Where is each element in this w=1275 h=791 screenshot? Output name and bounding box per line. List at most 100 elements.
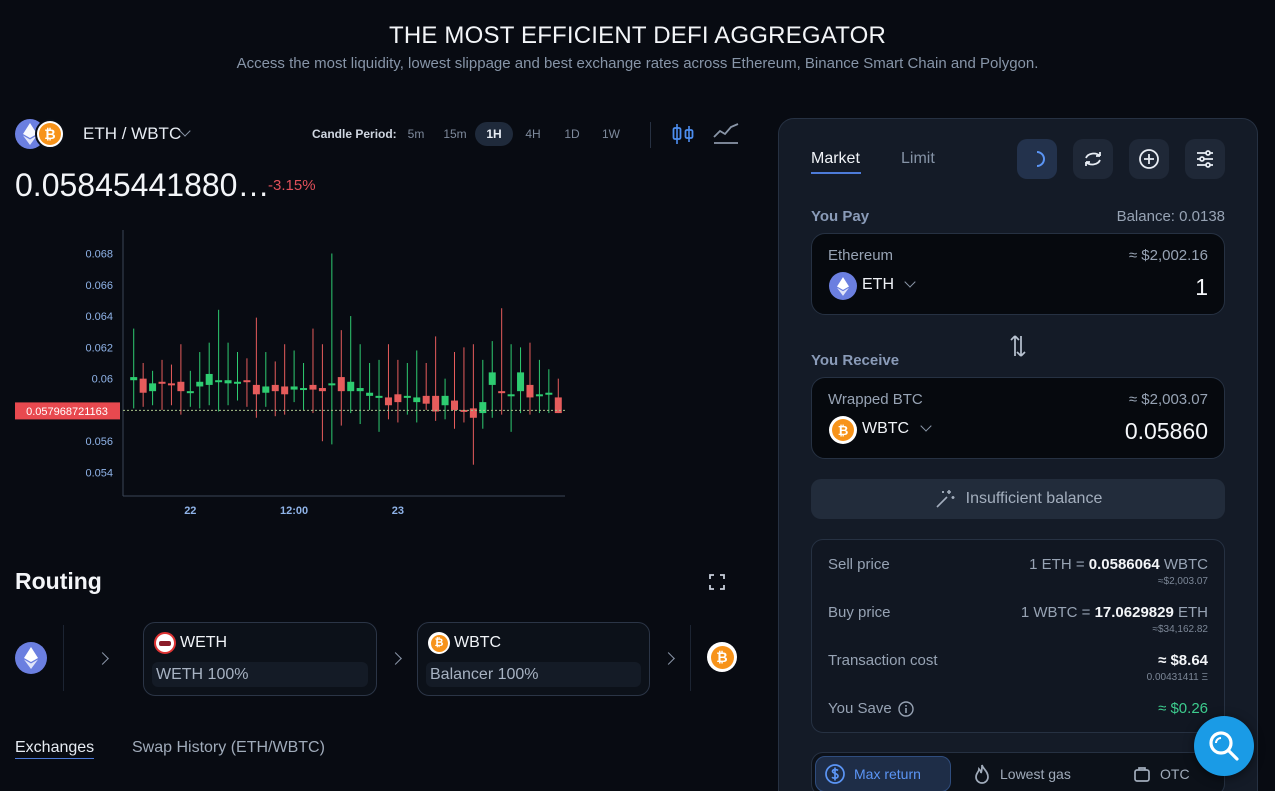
- candle-body: [375, 395, 383, 398]
- eth-icon: [15, 642, 47, 674]
- pay-token-symbol: ETH: [862, 276, 894, 293]
- sliders-icon: [1197, 150, 1213, 168]
- period-5m[interactable]: 5m: [397, 122, 435, 146]
- candle-body: [356, 388, 364, 392]
- period-1d[interactable]: 1D: [553, 122, 591, 146]
- candle-body: [337, 377, 345, 392]
- y-tick-label: 0.064: [85, 311, 113, 323]
- candle-body: [328, 383, 336, 386]
- tab-limit[interactable]: Limit: [901, 150, 935, 168]
- candle-body: [205, 373, 213, 385]
- candle-body: [215, 380, 223, 383]
- insufficient-balance-button[interactable]: Insufficient balance: [811, 479, 1225, 519]
- period-15m[interactable]: 15m: [436, 122, 474, 146]
- candle-body: [167, 383, 175, 386]
- candle-body: [318, 388, 326, 392]
- tab-swap-history[interactable]: Swap History (ETH/WBTC): [132, 739, 325, 757]
- y-tick-label: 0.062: [85, 342, 113, 354]
- toolbar-divider: [650, 122, 651, 148]
- tab-market[interactable]: Market: [811, 150, 860, 168]
- candle-body: [545, 392, 553, 395]
- price-details: Sell price 1 ETH = 0.0586064 WBTC ≈$2,00…: [811, 539, 1225, 733]
- page-subtitle: Access the most liquidity, lowest slippa…: [236, 55, 1039, 72]
- transaction-cost-eth: 0.00431411 Ξ: [1146, 672, 1208, 683]
- info-icon[interactable]: [897, 700, 914, 717]
- otc-option[interactable]: OTC: [1124, 756, 1198, 791]
- you-receive-label: You Receive: [811, 352, 900, 369]
- dollar-icon: [825, 764, 845, 784]
- route-step-wbtc[interactable]: ₿ WBTC Balancer 100%: [417, 622, 650, 696]
- receive-usd-value: ≈ $2,003.07: [1128, 391, 1208, 408]
- refresh-button[interactable]: [1017, 139, 1057, 179]
- btc-icon: ₿: [428, 632, 450, 654]
- swap-direction-button[interactable]: [1073, 139, 1113, 179]
- briefcase-icon: [1134, 767, 1150, 782]
- candle-body: [432, 395, 440, 412]
- sell-price-value: 1 ETH = 0.0586064 WBTC: [1029, 556, 1208, 573]
- candle-body: [243, 380, 251, 383]
- price-change: -3.15%: [268, 177, 316, 194]
- max-return-option[interactable]: Max return: [815, 756, 951, 791]
- settings-button[interactable]: [1185, 139, 1225, 179]
- candle-body: [252, 384, 260, 395]
- candle-body: [451, 400, 458, 410]
- candle-body: [234, 381, 241, 384]
- pay-amount-input[interactable]: 1: [1195, 274, 1208, 301]
- candle-body: [422, 395, 430, 404]
- period-1w[interactable]: 1W: [592, 122, 630, 146]
- route-step-detail: Balancer 100%: [426, 662, 641, 687]
- candle-body: [366, 392, 374, 396]
- insufficient-balance-label: Insufficient balance: [965, 490, 1103, 507]
- search-fab[interactable]: [1194, 716, 1254, 776]
- balance[interactable]: Balance: 0.0138: [1000, 208, 1225, 225]
- candle-body: [130, 377, 138, 381]
- add-token-button[interactable]: [1129, 139, 1169, 179]
- candle-body: [479, 402, 487, 414]
- loading-icon: [1036, 151, 1045, 167]
- chevron-right-icon: [96, 652, 109, 665]
- btc-icon: ₿: [35, 119, 65, 149]
- candle-body: [290, 386, 298, 390]
- line-chart-icon[interactable]: [712, 121, 740, 152]
- y-tick-label: 0.056: [85, 436, 113, 448]
- candle-body: [413, 397, 421, 403]
- price-chart[interactable]: 0.068 0.066 0.064 0.062 0.06 0.056 0.054 22 12:0…: [0, 230, 600, 530]
- candle-body: [271, 384, 279, 392]
- y-tick-label: 0.066: [85, 280, 113, 292]
- expand-icon[interactable]: [708, 573, 726, 596]
- period-selector: 5m 15m 1H 4H 1D 1W: [397, 122, 631, 146]
- candle-period-label: Candle Period:: [312, 127, 397, 141]
- you-save-label-wrap: You Save: [828, 700, 914, 717]
- receive-token-box[interactable]: Wrapped BTC ≈ $2,003.07 ₿ WBTC 0.05860: [811, 377, 1225, 459]
- candle-body: [403, 395, 411, 398]
- lowest-gas-label: Lowest gas: [1000, 766, 1071, 782]
- chevron-right-icon: [389, 652, 402, 665]
- current-price: 0.05845441880…: [15, 167, 270, 203]
- period-4h[interactable]: 4H: [514, 122, 552, 146]
- receive-token-selector[interactable]: WBTC: [862, 420, 932, 438]
- lowest-gas-option[interactable]: Lowest gas: [964, 756, 1079, 791]
- candle-body: [507, 394, 515, 397]
- candlestick-chart-icon[interactable]: [670, 121, 696, 152]
- candle-body: [441, 395, 449, 406]
- route-step-detail: WETH 100%: [152, 662, 368, 687]
- tab-exchanges[interactable]: Exchanges: [15, 739, 95, 759]
- candle-body: [177, 381, 185, 392]
- pay-token-box[interactable]: Ethereum ≈ $2,002.16 ETH 1: [811, 233, 1225, 315]
- route-step-token: WETH: [180, 634, 228, 651]
- you-save-value: ≈ $0.26: [1158, 700, 1208, 717]
- btc-icon: ₿: [707, 642, 737, 672]
- receive-token-symbol: WBTC: [862, 420, 910, 437]
- pair-selector[interactable]: ETH / WBTC: [83, 124, 181, 144]
- x-tick-label: 23: [392, 505, 404, 517]
- pay-token-selector[interactable]: ETH: [862, 276, 917, 294]
- route-step-weth[interactable]: WETH WETH 100%: [143, 622, 377, 696]
- current-price-label: 0.057968721163: [26, 406, 108, 418]
- swap-arrows-icon[interactable]: [1008, 333, 1028, 364]
- chevron-right-icon: [662, 652, 675, 665]
- buy-price-label: Buy price: [828, 604, 891, 621]
- sell-price-label: Sell price: [828, 556, 890, 573]
- period-1h[interactable]: 1H: [475, 122, 513, 146]
- y-tick-label: 0.06: [92, 374, 113, 386]
- active-tab-indicator: [811, 172, 861, 174]
